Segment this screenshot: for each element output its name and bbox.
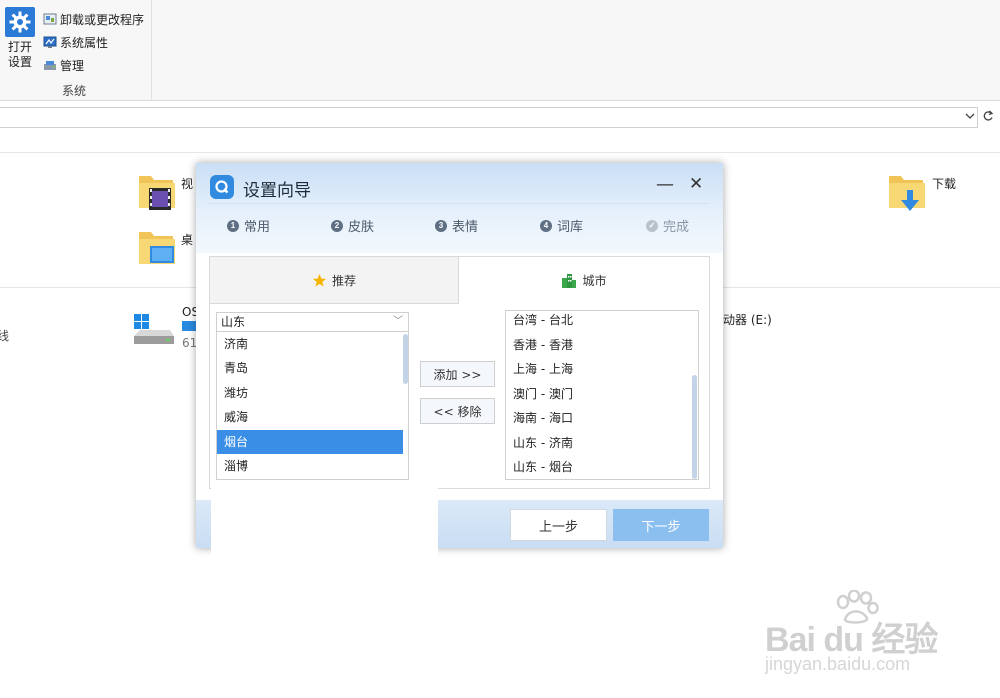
blank-overlay: [211, 484, 438, 577]
list-item[interactable]: 威海: [217, 405, 403, 429]
step-number: 4: [540, 219, 552, 232]
list-item[interactable]: 上海 - 上海: [506, 357, 686, 381]
list-item-selected[interactable]: 烟台: [217, 430, 403, 454]
tab-city-label: 城市: [582, 274, 607, 288]
address-bar: [0, 101, 1000, 133]
open-settings-button[interactable]: 打开 设置: [3, 7, 37, 77]
tab-row: 推荐 城市: [209, 256, 710, 304]
gear-icon: [5, 7, 35, 37]
system-properties-icon: [43, 36, 57, 48]
desktop-folder-label: 桌: [181, 233, 194, 247]
step-label: 词库: [557, 220, 584, 235]
manage-icon: [44, 61, 56, 70]
list-item[interactable]: 青岛: [217, 356, 403, 380]
city-icon: [562, 274, 577, 288]
step-label: 完成: [663, 220, 690, 235]
step-number: 3: [435, 219, 447, 232]
videos-folder-label: 视: [181, 177, 194, 191]
star-icon: [312, 273, 327, 287]
drive-icon[interactable]: [132, 312, 176, 348]
videos-folder-icon[interactable]: [137, 170, 177, 212]
downloads-folder-label: 下载: [932, 177, 957, 191]
selected-city-list[interactable]: 台湾 - 台北 香港 - 香港 上海 - 上海 澳门 - 澳门 海南 - 海口 …: [505, 310, 699, 480]
manage-label: 管理: [60, 58, 85, 73]
scrollbar[interactable]: [692, 375, 697, 479]
list-item[interactable]: 海南 - 海口: [506, 406, 686, 430]
province-select[interactable]: 山东 ﹀: [216, 312, 409, 332]
step-common[interactable]: 1 常用: [227, 216, 270, 235]
step-label: 皮肤: [348, 220, 375, 235]
list-item[interactable]: 台湾 - 台北: [506, 311, 686, 332]
province-select-value: 山东: [221, 315, 246, 329]
desktop-folder-icon[interactable]: [137, 226, 177, 268]
system-properties-button[interactable]: 系统属性: [43, 33, 108, 51]
header-divider: [208, 203, 710, 204]
step-number: 2: [331, 219, 343, 232]
baidu-watermark: Bai du 经验 jingyan.baidu.com: [765, 590, 955, 680]
ribbon-group-system: 打开 设置 卸载或更改程序 系统属性 管理 系统: [0, 0, 152, 100]
step-dictionary[interactable]: 4 词库: [540, 216, 583, 235]
chevron-down-icon[interactable]: [965, 112, 975, 120]
list-item[interactable]: 济南: [217, 332, 403, 356]
uninstall-programs-button[interactable]: 卸载或更改程序: [43, 10, 144, 28]
divider: [0, 152, 1000, 153]
manage-button[interactable]: 管理: [43, 56, 84, 74]
minimize-icon[interactable]: —: [656, 175, 674, 195]
tab-city[interactable]: 城市: [459, 256, 710, 304]
refresh-icon[interactable]: [982, 109, 994, 123]
list-item[interactable]: 山东 - 烟台: [506, 455, 686, 479]
tab-recommend-label: 推荐: [331, 273, 356, 288]
list-item[interactable]: 淄博: [217, 454, 403, 478]
close-icon[interactable]: ✕: [689, 174, 703, 194]
step-skin[interactable]: 2 皮肤: [331, 216, 374, 235]
list-item[interactable]: 潍坊: [217, 381, 403, 405]
next-button[interactable]: 下一步: [613, 509, 709, 541]
tab-recommend[interactable]: 推荐: [209, 256, 459, 304]
scrollbar[interactable]: [403, 334, 408, 384]
step-label: 常用: [244, 220, 271, 235]
downloads-folder-icon[interactable]: [887, 170, 927, 214]
list-item[interactable]: 香港 - 香港: [506, 333, 686, 357]
list-item[interactable]: 山东 - 济南: [506, 431, 686, 455]
prev-button[interactable]: 上一步: [510, 509, 607, 541]
step-finish[interactable]: ✓ 完成: [646, 216, 689, 235]
ribbon: 打开 设置 卸载或更改程序 系统属性 管理 系统: [0, 0, 1000, 101]
drive-c-sub: 61: [182, 336, 198, 350]
city-list[interactable]: 济南 青岛 潍坊 威海 烟台 淄博: [216, 332, 409, 480]
ribbon-group-label: 系统: [61, 84, 86, 98]
watermark-url: jingyan.baidu.com: [765, 654, 911, 674]
add-button[interactable]: 添加 >>: [420, 361, 495, 387]
remove-button[interactable]: << 移除: [420, 398, 495, 424]
address-input[interactable]: [0, 107, 978, 128]
step-check-icon: ✓: [646, 219, 658, 232]
uninstall-programs-label: 卸载或更改程序: [60, 12, 145, 27]
dialog-header: 设置向导 — ✕ 1 常用 2 皮肤 3 表情 4 词库 ✓ 完成: [196, 163, 723, 253]
app-logo-icon: [210, 175, 234, 199]
dialog-title: 设置向导: [243, 181, 311, 201]
step-emoji[interactable]: 3 表情: [435, 216, 478, 235]
chevron-down-icon: ﹀: [393, 316, 403, 327]
system-properties-label: 系统属性: [60, 35, 109, 50]
list-item[interactable]: 澳门 - 澳门: [506, 382, 686, 406]
step-label: 表情: [452, 220, 479, 235]
open-settings-label: 打开 设置: [7, 40, 32, 69]
left-edge-text: 线: [0, 329, 10, 343]
drive-e-label: 动器 (E:): [723, 313, 772, 327]
programs-icon: [43, 13, 57, 25]
step-number: 1: [227, 219, 239, 232]
